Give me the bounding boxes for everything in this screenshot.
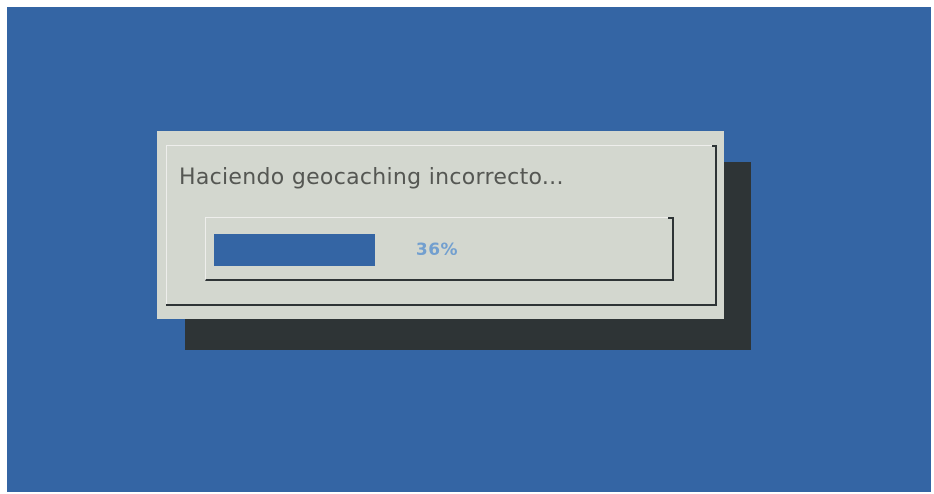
progress-percent-label: 36%	[415, 240, 459, 260]
progress-gauge: 36%	[205, 217, 674, 281]
dialog-title: Haciendo geocaching incorrecto...	[179, 165, 564, 190]
progress-dialog: Haciendo geocaching incorrecto... 36%	[157, 131, 724, 319]
progress-track: 36%	[214, 234, 660, 266]
desktop-background: Haciendo geocaching incorrecto... 36%	[7, 7, 931, 492]
